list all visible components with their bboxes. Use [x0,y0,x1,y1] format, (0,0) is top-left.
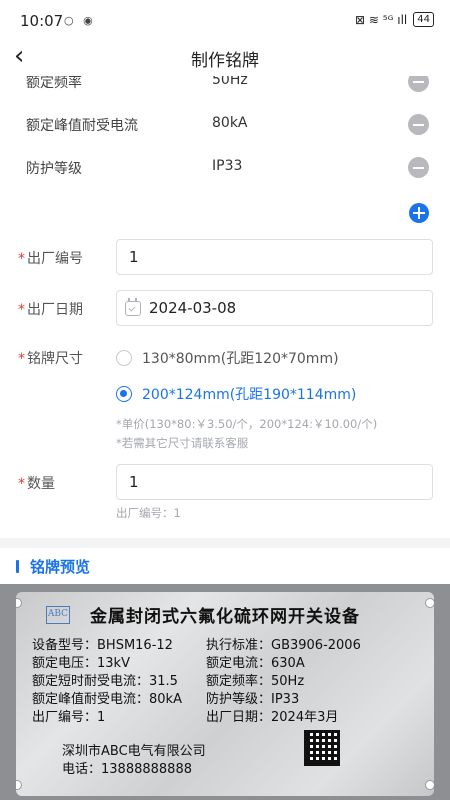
param-label: 额定峰值耐受电流 [26,118,138,134]
size-label: * 铭牌尺寸 [18,351,83,367]
plate-field: 设备型号：BHSM16-12 [32,638,173,653]
radio-button[interactable] [116,350,132,366]
qr-code-icon [304,730,340,766]
status-time: 10:07 [20,12,64,30]
quantity-hint: 出厂编号：1 [116,506,181,520]
scroll-content[interactable]: 额定频率 50Hz 额定峰值耐受电流 80kA 防护等级 IP33 * 出厂编号 … [0,76,450,800]
section-divider [0,538,450,548]
price-note: *单价(130*80:￥3.50/个，200*124:￥10.00/个) [116,417,378,431]
size-option-label: 200*124mm(孔距190*114mm) [142,387,357,403]
plate-field: 额定电流：630A [206,656,305,671]
screw-icon [16,598,22,608]
page-title: 制作铭牌 [191,51,259,71]
quantity-label: * 数量 [18,476,55,492]
battery-icon: 44 [413,12,434,27]
nameplate-metal: ABC 金属封闭式六氟化硫环网开关设备 设备型号：BHSM16-12 执行标准：… [16,592,434,796]
size-option-large[interactable]: 200*124mm(孔距190*114mm) [116,383,356,405]
param-value: 50Hz [212,76,248,88]
plate-field: 防护等级：IP33 [206,692,300,707]
size-option-small[interactable]: 130*80mm(孔距120*70mm) [116,347,339,369]
plate-field: 额定短时耐受电流：31.5 [32,674,178,689]
remove-param-icon[interactable] [408,76,429,92]
plate-field: 额定频率：50Hz [206,674,305,689]
section-accent-bar [16,560,19,573]
nameplate-preview: ABC 金属封闭式六氟化硫环网开关设备 设备型号：BHSM16-12 执行标准：… [0,584,450,800]
abc-logo: ABC [46,606,70,624]
plate-title: 金属封闭式六氟化硫环网开关设备 [90,607,360,627]
status-right: ⊠ ≋ ⁵ᴳ ıll 44 [355,12,434,27]
size-option-label: 130*80mm(孔距120*70mm) [142,351,339,367]
date-label: * 出厂日期 [18,302,83,318]
plate-field: 执行标准：GB3906-2006 [206,638,361,653]
param-label: 防护等级 [26,161,82,177]
plate-field: 额定电压：13kV [32,656,130,671]
param-row-protection: 防护等级 IP33 [0,152,450,182]
notification-icons: ○ ◉ [64,14,96,27]
plate-company: 深圳市ABC电气有限公司 [62,744,206,759]
serial-input[interactable]: 1 [116,239,433,275]
add-param-icon[interactable] [409,203,429,223]
param-value: IP33 [212,158,243,174]
preview-title: 铭牌预览 [30,558,91,576]
param-value: 80kA [212,115,248,131]
param-row-peak-current: 额定峰值耐受电流 80kA [0,109,450,139]
preview-section-header: 铭牌预览 [0,548,450,584]
calendar-icon [125,298,141,316]
signal-icons: ⊠ ≋ ⁵ᴳ ıll [355,12,408,27]
radio-button-selected[interactable] [116,386,132,402]
param-row-frequency: 额定频率 50Hz [0,76,450,96]
param-label: 额定频率 [26,76,82,91]
remove-param-icon[interactable] [408,114,429,135]
contact-note: *若需其它尺寸请联系客服 [116,436,249,450]
plate-phone: 电话：13888888888 [62,762,192,777]
status-bar: 10:07 ○ ◉ ⊠ ≋ ⁵ᴳ ıll 44 [0,0,450,40]
date-picker[interactable]: 2024-03-08 [116,290,433,326]
screw-icon [425,598,434,608]
screw-icon [425,780,434,790]
plate-field: 额定峰值耐受电流：80kA [32,692,182,707]
quantity-input[interactable]: 1 [116,464,433,500]
nav-bar: ‹ 制作铭牌 [0,40,450,76]
screw-icon [16,780,22,790]
plate-field: 出厂编号：1 [32,710,106,725]
plate-field: 出厂日期：2024年3月 [206,710,339,725]
date-value: 2024-03-08 [149,299,237,317]
remove-param-icon[interactable] [408,157,429,178]
serial-label: * 出厂编号 [18,251,83,267]
